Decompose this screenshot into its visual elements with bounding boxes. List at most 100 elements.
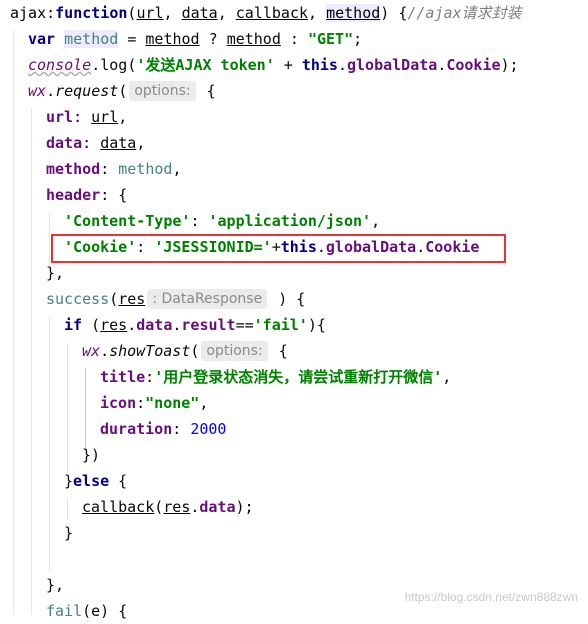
token: , xyxy=(371,212,381,230)
comment: //ajax请求封装 xyxy=(407,4,522,22)
token: ( xyxy=(190,342,200,360)
method-call: log xyxy=(100,56,128,74)
property-value: url xyxy=(91,108,119,126)
code-line-19: }else { xyxy=(64,468,127,494)
wx-object: wx xyxy=(28,82,47,100)
token: (e) { xyxy=(82,602,128,620)
token: ){ xyxy=(307,316,326,334)
property-key: header xyxy=(46,186,101,204)
property-key: data xyxy=(46,134,83,152)
indent-guide xyxy=(49,316,50,570)
function-name: ajax xyxy=(10,4,47,22)
code-line-18: }) xyxy=(82,442,100,468)
param-url: url xyxy=(136,4,164,22)
token: ( xyxy=(154,498,164,516)
method-name: success xyxy=(46,290,110,308)
token: . xyxy=(337,56,347,74)
token: ); xyxy=(235,498,254,516)
token: , xyxy=(163,4,182,22)
number: 2000 xyxy=(190,420,227,438)
string: 'Content-Type' xyxy=(64,212,191,230)
code-line-20: callback(res.data); xyxy=(82,494,254,520)
code-line-2: var method = method ? method : "GET"; xyxy=(28,26,362,52)
property-key: duration xyxy=(100,420,173,438)
param-data: data xyxy=(181,4,218,22)
token: : xyxy=(73,108,92,126)
code-line-9: 'Content-Type': 'application/json', xyxy=(64,208,380,234)
token: . xyxy=(91,56,101,74)
method-call: showToast xyxy=(109,342,191,360)
token: ; xyxy=(353,30,363,48)
keyword: function xyxy=(55,4,128,22)
indent-guide xyxy=(13,30,14,614)
code-line-23: }, xyxy=(46,572,64,598)
token: . xyxy=(46,82,56,100)
code-line-21: } xyxy=(64,520,73,546)
ref-method: method xyxy=(145,30,200,48)
wx-object: wx xyxy=(82,342,101,360)
field: data xyxy=(199,498,236,516)
code-line-8: header: { xyxy=(46,182,127,208)
code-editor[interactable]: ajax:function(url, data, callback, metho… xyxy=(0,0,588,620)
field: globalData xyxy=(347,56,438,74)
token: . xyxy=(100,342,110,360)
code-line-16: icon:"none", xyxy=(100,390,208,416)
token: == xyxy=(235,316,254,334)
variable-method: method xyxy=(64,30,119,48)
parameter-hint: options: xyxy=(201,341,268,361)
code-line-17: duration: 2000 xyxy=(100,416,226,442)
code-line-3: console.log('发送AJAX token' + this.global… xyxy=(28,52,519,78)
parameter-hint: options: xyxy=(129,81,196,101)
token: , xyxy=(136,134,146,152)
token: { xyxy=(109,472,128,490)
code-line-11: }, xyxy=(46,260,64,286)
param-callback: callback xyxy=(235,4,309,22)
ref-res: res xyxy=(163,498,191,516)
indent-guide xyxy=(67,498,68,520)
string: "GET" xyxy=(307,30,354,48)
highlight-box xyxy=(51,234,506,263)
token: } xyxy=(64,472,74,490)
code-line-14: wx.showToast(options: { xyxy=(82,338,288,364)
keyword: var xyxy=(28,30,56,48)
string: '发送AJAX token' xyxy=(136,56,275,74)
token: , xyxy=(217,4,236,22)
token: = xyxy=(118,30,146,48)
token: , xyxy=(199,394,209,412)
token: , xyxy=(118,108,128,126)
property-key: url xyxy=(46,108,74,126)
param-method: method xyxy=(326,4,381,22)
token: : xyxy=(145,368,155,386)
token: , xyxy=(442,368,452,386)
code-line-6: data: data, xyxy=(46,130,145,156)
token: : xyxy=(280,30,308,48)
ref-method: method xyxy=(226,30,281,48)
token: ( xyxy=(82,316,101,334)
token: } xyxy=(64,524,74,542)
code-line-13: if (res.data.result=='fail'){ xyxy=(64,312,326,338)
property-value: data xyxy=(100,134,137,152)
keyword: this xyxy=(301,56,338,74)
code-line-12: success(res: DataResponse ) { xyxy=(46,286,305,312)
token: : xyxy=(46,4,56,22)
keyword: else xyxy=(73,472,110,490)
property-key: icon xyxy=(100,394,137,412)
token: ( xyxy=(109,290,119,308)
token: : xyxy=(100,160,119,178)
field: result xyxy=(181,316,236,334)
token: , xyxy=(172,160,182,178)
token: : xyxy=(172,420,191,438)
indent-guide xyxy=(49,212,50,266)
token: : xyxy=(82,134,101,152)
token: { xyxy=(269,342,288,360)
field: Cookie xyxy=(446,56,501,74)
token: ) { xyxy=(380,4,408,22)
token: { xyxy=(197,82,216,100)
token: ? xyxy=(199,30,227,48)
field: data xyxy=(136,316,173,334)
code-line-15: title:'用户登录状态消失，请尝试重新打开微信', xyxy=(100,364,451,390)
property-value: method xyxy=(118,160,173,178)
token: : { xyxy=(100,186,128,204)
method-call: request xyxy=(55,82,119,100)
token: }) xyxy=(82,446,101,464)
